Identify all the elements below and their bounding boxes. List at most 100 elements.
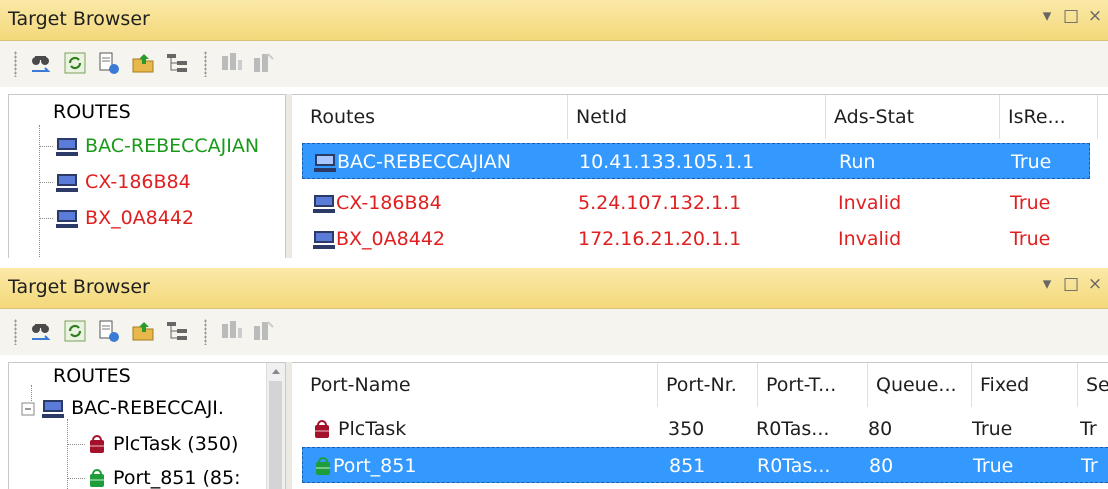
refresh-icon[interactable] xyxy=(62,50,88,76)
scroll-up-icon[interactable] xyxy=(267,364,285,378)
routes-tree: ROUTES BAC-REBECCAJIAN CX-186B84 BX_0A84… xyxy=(8,94,286,258)
table-header: Port-Name Port-Nr. Port-T... Queue... Fi… xyxy=(292,363,1108,407)
port-name: Port_851 xyxy=(333,455,417,477)
scroll-thumb[interactable] xyxy=(269,381,282,489)
tree-item-plctask[interactable]: PlcTask (350) xyxy=(87,427,238,461)
netid-cell: 5.24.107.132.1.1 xyxy=(578,192,742,214)
tree-item-port-851[interactable]: Port_851 (85: xyxy=(87,461,241,489)
search-target-icon[interactable] xyxy=(28,50,54,76)
port-nr-cell: 851 xyxy=(669,455,706,477)
tree-view-icon[interactable] xyxy=(164,50,190,76)
tree-item-label: BAC-REBECCAJIAN xyxy=(85,135,260,157)
document-settings-icon[interactable] xyxy=(96,318,122,344)
panel-title: Target Browser xyxy=(8,276,150,298)
toolbar-grip[interactable] xyxy=(14,51,17,77)
column-header-port-name[interactable]: Port-Name xyxy=(302,363,658,407)
table-row[interactable]: PlcTask 350 R0Tas... 80 True Tr xyxy=(302,411,1108,447)
route-name: CX-186B84 xyxy=(336,192,442,214)
queue-cell: 80 xyxy=(868,418,893,440)
column-header-queue[interactable]: Queue... xyxy=(868,363,972,407)
isre-cell: True xyxy=(1010,228,1051,250)
remove-route-disabled-icon[interactable] xyxy=(250,50,276,76)
tree-connector xyxy=(39,125,41,258)
toolbar xyxy=(0,41,1108,87)
collapse-icon[interactable] xyxy=(21,402,35,416)
table-row[interactable]: CX-186B84 5.24.107.132.1.1 Invalid True xyxy=(302,185,1090,221)
route-name: BX_0A8442 xyxy=(336,228,445,250)
document-settings-icon[interactable] xyxy=(96,50,122,76)
port-nr-cell: 350 xyxy=(668,418,705,440)
toolbar-separator xyxy=(204,319,207,345)
panel-title: Target Browser xyxy=(8,8,150,30)
column-header-se[interactable]: Se xyxy=(1078,363,1108,407)
close-icon[interactable]: × xyxy=(1086,274,1104,294)
column-header-isre[interactable]: IsRe... xyxy=(1000,95,1098,139)
tree-item-label: PlcTask (350) xyxy=(113,433,239,455)
add-route-disabled-icon[interactable] xyxy=(218,318,244,344)
column-header-port-type[interactable]: Port-T... xyxy=(758,363,868,407)
route-cell: BAC-REBECCAJIAN xyxy=(313,144,583,180)
window-controls: ▾ □ × xyxy=(1038,6,1104,26)
tree-connector xyxy=(67,444,85,446)
queue-cell: 80 xyxy=(869,455,894,477)
tree-item-label: BX_0A8442 xyxy=(85,207,195,229)
export-folder-icon[interactable] xyxy=(130,50,156,76)
tree-scrollbar[interactable] xyxy=(266,363,285,489)
ads-stat-cell: Invalid xyxy=(838,192,902,214)
tree-item-bx-0a8442[interactable]: BX_0A8442 xyxy=(55,201,194,235)
table-row[interactable]: Port_851 851 R0Tas... 80 True Tr xyxy=(302,447,1108,483)
table-row[interactable]: BAC-REBECCAJIAN 10.41.133.105.1.1 Run Tr… xyxy=(302,143,1090,179)
port-green-icon xyxy=(90,468,104,487)
tree-item-device[interactable]: BAC-REBECCAJI. xyxy=(21,391,224,425)
add-route-disabled-icon[interactable] xyxy=(218,50,244,76)
tree-connector xyxy=(39,218,53,220)
se-cell: Tr xyxy=(1080,418,1097,440)
toolbar-separator xyxy=(204,51,207,77)
computer-icon xyxy=(56,137,78,156)
tree-item-cx-186b84[interactable]: CX-186B84 xyxy=(55,165,191,199)
port-type-cell: R0Tas... xyxy=(756,418,830,440)
close-icon[interactable]: × xyxy=(1086,6,1104,26)
fixed-cell: True xyxy=(972,418,1013,440)
dropdown-icon[interactable]: ▾ xyxy=(1038,274,1056,294)
refresh-icon[interactable] xyxy=(62,318,88,344)
port-name-cell: PlcTask xyxy=(312,411,662,447)
maximize-icon[interactable]: □ xyxy=(1062,274,1080,294)
port-name: PlcTask xyxy=(338,418,407,440)
target-browser-panel-routes: Target Browser ▾ □ × ROUTES BAC-REBECCAJ… xyxy=(0,0,1108,258)
isre-cell: True xyxy=(1010,192,1051,214)
remove-route-disabled-icon[interactable] xyxy=(250,318,276,344)
toolbar-grip[interactable] xyxy=(14,319,17,345)
tree-view-icon[interactable] xyxy=(164,318,190,344)
netid-cell: 10.41.133.105.1.1 xyxy=(579,151,755,173)
column-header-fixed[interactable]: Fixed xyxy=(972,363,1078,407)
table-row[interactable]: BX_0A8442 172.16.21.20.1.1 Invalid True xyxy=(302,221,1090,257)
netid-cell: 172.16.21.20.1.1 xyxy=(578,228,742,250)
routes-table: Routes NetId Ads-Stat IsRe... BAC-REBECC… xyxy=(292,94,1108,258)
dropdown-icon[interactable]: ▾ xyxy=(1038,6,1056,26)
column-header-ads-stat[interactable]: Ads-Stat xyxy=(826,95,1000,139)
column-header-port-nr[interactable]: Port-Nr. xyxy=(658,363,758,407)
computer-icon xyxy=(42,399,65,418)
computer-icon xyxy=(56,173,78,192)
panel-title-bar[interactable]: Target Browser ▾ □ × xyxy=(0,268,1108,309)
toolbar xyxy=(0,309,1108,355)
tree-root-routes[interactable]: ROUTES xyxy=(53,363,131,393)
panel-title-bar[interactable]: Target Browser ▾ □ × xyxy=(0,0,1108,41)
export-folder-icon[interactable] xyxy=(130,318,156,344)
tree-connector xyxy=(39,146,53,148)
search-target-icon[interactable] xyxy=(28,318,54,344)
tree-root-routes[interactable]: ROUTES xyxy=(53,95,131,129)
ads-stat-cell: Invalid xyxy=(838,228,902,250)
route-cell: CX-186B84 xyxy=(312,185,582,221)
table-header: Routes NetId Ads-Stat IsRe... xyxy=(292,95,1108,139)
tree-item-bac-rebeccajian[interactable]: BAC-REBECCAJIAN xyxy=(55,129,259,163)
column-header-netid[interactable]: NetId xyxy=(568,95,826,139)
tree-item-label: CX-186B84 xyxy=(85,171,191,193)
se-cell: Tr xyxy=(1081,455,1098,477)
column-header-routes[interactable]: Routes xyxy=(302,95,568,139)
computer-icon xyxy=(314,153,336,172)
tree-item-label: Port_851 (85: xyxy=(113,467,241,489)
tree-item-label: BAC-REBECCAJI. xyxy=(71,397,224,419)
maximize-icon[interactable]: □ xyxy=(1062,6,1080,26)
